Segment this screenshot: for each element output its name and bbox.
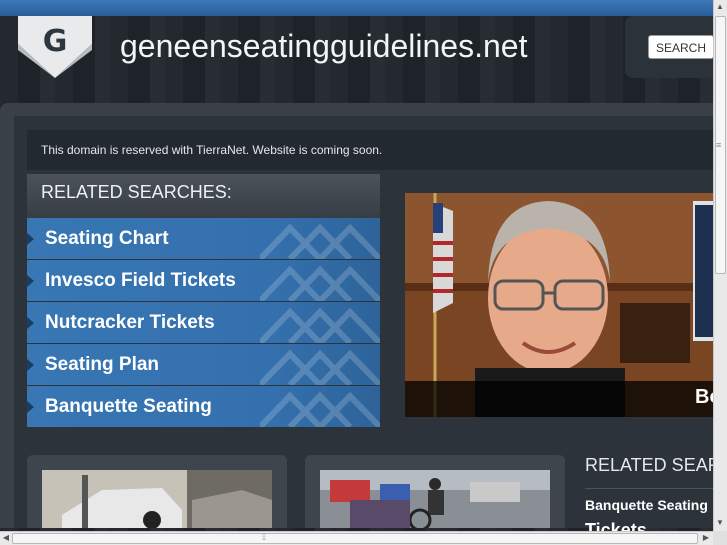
divider xyxy=(585,488,713,489)
chevron-pattern-icon xyxy=(260,265,380,301)
related-search-label: Seating Chart xyxy=(45,228,169,249)
hero-caption-bar xyxy=(405,381,713,417)
related-search-seating-plan[interactable]: Seating Plan xyxy=(27,344,380,385)
search-button[interactable]: SEARCH xyxy=(648,35,714,59)
logo-letter: G xyxy=(42,24,68,59)
crashed-car-image xyxy=(42,470,272,528)
domain-notice: This domain is reserved with TierraNet. … xyxy=(27,130,713,170)
scroll-up-icon[interactable]: ▲ xyxy=(714,1,726,13)
grip-icon: ⦙⦙⦙ xyxy=(262,532,266,542)
related-searches-title: RELATED SEARCHES: xyxy=(27,174,380,218)
triangle-right-icon xyxy=(27,317,34,329)
triangle-right-icon xyxy=(27,233,34,245)
related-search-label: Nutcracker Tickets xyxy=(45,312,215,333)
related-search-banquette-seating[interactable]: Banquette Seating xyxy=(27,386,380,427)
related-search-label: Seating Plan xyxy=(45,354,160,375)
site-title[interactable]: geneenseatingguidelines.net xyxy=(120,28,527,65)
related-search-seating-chart[interactable]: Seating Chart xyxy=(27,218,380,259)
top-bar xyxy=(0,0,727,16)
chevron-pattern-icon xyxy=(260,391,380,427)
triangle-right-icon xyxy=(27,359,34,371)
scrollbar-corner xyxy=(713,531,727,545)
scroll-down-icon[interactable]: ▼ xyxy=(714,517,726,529)
related-search-nutcracker-tickets[interactable]: Nutcracker Tickets xyxy=(27,302,380,343)
related-search-label: Invesco Field Tickets xyxy=(45,270,236,291)
scroll-right-icon[interactable]: ▶ xyxy=(700,532,712,544)
related-searches-2-title: RELATED SEAR xyxy=(585,455,721,475)
chevron-pattern-icon xyxy=(260,307,380,343)
related-search-2-banquette-seating[interactable]: Banquette Seating xyxy=(585,497,708,513)
crowd-image xyxy=(320,470,550,528)
related-search-label: Banquette Seating xyxy=(45,396,212,417)
related-searches-list: Seating Chart Invesco Field Tickets Nutc… xyxy=(27,218,380,428)
scroll-left-icon[interactable]: ◀ xyxy=(0,532,12,544)
triangle-right-icon xyxy=(27,401,34,413)
horizontal-scrollbar-thumb[interactable] xyxy=(12,533,698,544)
chevron-pattern-icon xyxy=(260,349,380,385)
triangle-right-icon xyxy=(27,275,34,287)
related-search-invesco-field-tickets[interactable]: Invesco Field Tickets xyxy=(27,260,380,301)
chevron-pattern-icon xyxy=(260,223,380,259)
grip-icon: ≡ xyxy=(716,140,721,150)
domain-notice-text: This domain is reserved with TierraNet. … xyxy=(41,143,383,157)
site-logo[interactable]: G xyxy=(18,16,92,78)
